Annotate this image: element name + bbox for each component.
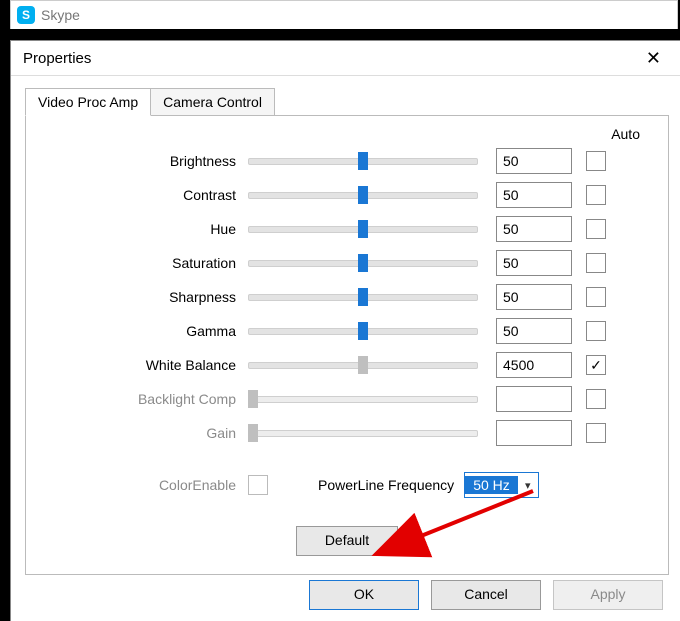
close-button[interactable]: ✕ bbox=[638, 45, 669, 71]
auto-checkbox-gamma[interactable] bbox=[586, 321, 606, 341]
auto-checkbox-gain bbox=[586, 423, 606, 443]
value-contrast[interactable] bbox=[496, 182, 572, 208]
label-brightness: Brightness bbox=[36, 153, 248, 169]
tab-camera-control[interactable]: Camera Control bbox=[150, 88, 275, 116]
value-white-balance[interactable] bbox=[496, 352, 572, 378]
slider-sharpness[interactable] bbox=[248, 287, 478, 307]
dialog-titlebar: Properties ✕ bbox=[11, 41, 680, 76]
select-powerline-frequency[interactable]: 50 Hz ▾ bbox=[464, 472, 539, 498]
label-contrast: Contrast bbox=[36, 187, 248, 203]
row-gamma: Gamma bbox=[36, 314, 658, 348]
dialog-title: Properties bbox=[23, 50, 91, 67]
auto-checkbox-backlight-comp bbox=[586, 389, 606, 409]
slider-gain bbox=[248, 423, 478, 443]
row-white-balance: White Balance ✓ bbox=[36, 348, 658, 382]
skype-window-titlebar: S Skype bbox=[10, 0, 678, 29]
extras-row: ColorEnable PowerLine Frequency 50 Hz ▾ bbox=[36, 472, 658, 498]
slider-saturation[interactable] bbox=[248, 253, 478, 273]
slider-gamma[interactable] bbox=[248, 321, 478, 341]
auto-checkbox-hue[interactable] bbox=[586, 219, 606, 239]
slider-contrast[interactable] bbox=[248, 185, 478, 205]
label-saturation: Saturation bbox=[36, 255, 248, 271]
value-sharpness[interactable] bbox=[496, 284, 572, 310]
slider-backlight-comp bbox=[248, 389, 478, 409]
powerline-selected-value: 50 Hz bbox=[465, 476, 518, 494]
value-hue[interactable] bbox=[496, 216, 572, 242]
default-button[interactable]: Default bbox=[296, 526, 398, 556]
label-white-balance: White Balance bbox=[36, 357, 248, 373]
chevron-down-icon: ▾ bbox=[518, 479, 538, 492]
label-backlight-comp: Backlight Comp bbox=[36, 391, 248, 407]
cancel-button[interactable]: Cancel bbox=[431, 580, 541, 610]
skype-app-name: Skype bbox=[41, 7, 80, 23]
value-backlight-comp bbox=[496, 386, 572, 412]
tab-video-proc-amp[interactable]: Video Proc Amp bbox=[25, 88, 151, 116]
auto-checkbox-sharpness[interactable] bbox=[586, 287, 606, 307]
label-hue: Hue bbox=[36, 221, 248, 237]
row-hue: Hue bbox=[36, 212, 658, 246]
auto-column-header: Auto bbox=[36, 126, 658, 142]
row-gain: Gain bbox=[36, 416, 658, 450]
value-gamma[interactable] bbox=[496, 318, 572, 344]
properties-dialog: Properties ✕ Video Proc Amp Camera Contr… bbox=[10, 40, 680, 621]
row-backlight-comp: Backlight Comp bbox=[36, 382, 658, 416]
tab-panel-video-proc-amp: Auto Brightness Contrast Hue bbox=[25, 115, 669, 575]
skype-logo-icon: S bbox=[17, 6, 35, 24]
label-gamma: Gamma bbox=[36, 323, 248, 339]
value-gain bbox=[496, 420, 572, 446]
auto-checkbox-saturation[interactable] bbox=[586, 253, 606, 273]
value-saturation[interactable] bbox=[496, 250, 572, 276]
label-powerline-frequency: PowerLine Frequency bbox=[318, 477, 454, 493]
slider-brightness[interactable] bbox=[248, 151, 478, 171]
tab-strip: Video Proc Amp Camera Control bbox=[25, 88, 680, 116]
auto-checkbox-contrast[interactable] bbox=[586, 185, 606, 205]
label-gain: Gain bbox=[36, 425, 248, 441]
slider-hue[interactable] bbox=[248, 219, 478, 239]
row-brightness: Brightness bbox=[36, 144, 658, 178]
row-saturation: Saturation bbox=[36, 246, 658, 280]
dialog-button-row: OK Cancel Apply bbox=[309, 580, 663, 610]
slider-white-balance[interactable] bbox=[248, 355, 478, 375]
row-sharpness: Sharpness bbox=[36, 280, 658, 314]
label-sharpness: Sharpness bbox=[36, 289, 248, 305]
auto-checkbox-white-balance[interactable]: ✓ bbox=[586, 355, 606, 375]
auto-checkbox-brightness[interactable] bbox=[586, 151, 606, 171]
checkbox-color-enable bbox=[248, 475, 268, 495]
row-contrast: Contrast bbox=[36, 178, 658, 212]
apply-button: Apply bbox=[553, 580, 663, 610]
value-brightness[interactable] bbox=[496, 148, 572, 174]
ok-button[interactable]: OK bbox=[309, 580, 419, 610]
label-color-enable: ColorEnable bbox=[36, 477, 248, 493]
